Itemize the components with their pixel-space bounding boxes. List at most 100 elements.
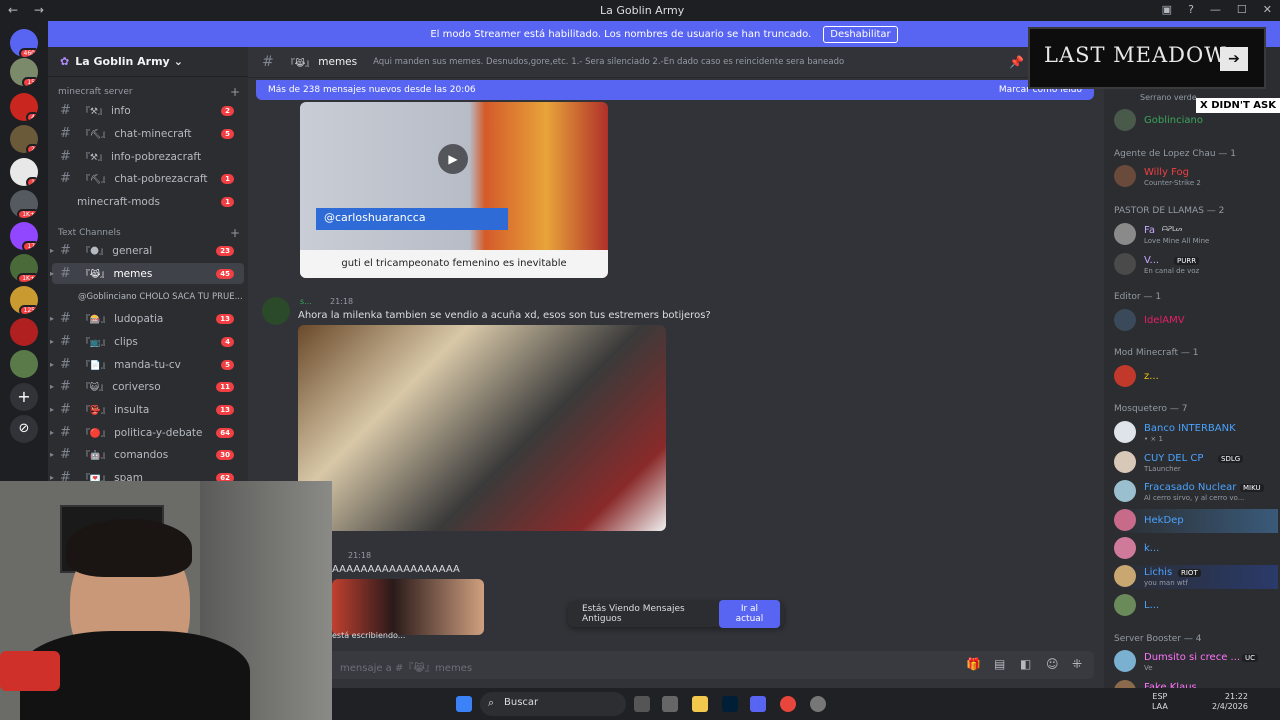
hash-icon: # (60, 425, 71, 440)
member-item[interactable]: CUY DEL CP SDLG TLauncher (1114, 451, 1278, 475)
server-header[interactable]: ✿ La Goblin Army ⌄ 👤 (48, 47, 294, 77)
hash-icon: # (60, 103, 71, 118)
channel-item[interactable]: ▸ # 『📺』 clips 4 (50, 331, 244, 352)
avatar (1114, 565, 1136, 587)
member-item[interactable]: IdelAMV (1114, 309, 1278, 333)
avatar (1114, 650, 1136, 672)
server-icon[interactable]: 2 (10, 125, 38, 153)
member-item[interactable]: Willy Fog Counter-Strike 2 (1114, 165, 1278, 189)
server-icon[interactable]: 1 (10, 158, 38, 186)
channel-item[interactable]: # 『⛏』 chat-pobrezacraft 1 (52, 168, 244, 189)
channel-item[interactable]: ▸ # 『🌑』 general 23 (50, 240, 244, 261)
start-icon[interactable] (456, 696, 472, 712)
chrome-icon[interactable] (780, 696, 796, 712)
video-embed[interactable]: ▶ @carloshuarancca guti el tricampeonato… (300, 102, 608, 278)
avatar (1114, 421, 1136, 443)
clock[interactable]: 21:22 2/4/2026 (1212, 692, 1248, 712)
gif-icon[interactable]: ▤ (994, 657, 1005, 671)
discord-home-icon[interactable]: 460 (10, 29, 38, 57)
channel-item[interactable]: ▸ # 『👺』 insulta 13 (50, 399, 244, 420)
category-text[interactable]: Text Channels (58, 228, 121, 238)
member-item[interactable]: Lichis RIOT you man wtf (1114, 565, 1278, 589)
channel-topic[interactable]: Aqui manden sus memes. Desnudos,gore,etc… (373, 57, 844, 67)
disable-streamer-button[interactable]: Deshabilitar (823, 25, 898, 43)
title-bar: ← → La Goblin Army ▣ ? — ☐ ✕ (0, 0, 1280, 21)
avatar (1114, 509, 1136, 531)
help-icon[interactable]: ? (1188, 3, 1194, 16)
jump-to-present-button[interactable]: Ir al actual (718, 600, 780, 628)
minimize-button[interactable]: — (1210, 3, 1221, 16)
task-view-icon[interactable] (634, 696, 650, 712)
language-indicator[interactable]: ESP LAA (1152, 692, 1168, 712)
channel-item[interactable]: ▸ # 『🔴』 politica-y-debate 64 (50, 422, 244, 443)
member-item[interactable]: Fracasado Nuclear MIKU Al cerro sirvo, y a… (1114, 480, 1278, 504)
twitch-icon[interactable]: 17 (10, 222, 38, 250)
file-explorer-icon[interactable] (692, 696, 708, 712)
inbox-icon[interactable]: ▣ (1162, 3, 1172, 16)
maximize-button[interactable]: ☐ (1237, 3, 1247, 16)
taskbar: ⌕ Buscar ESP LAA 21:22 2/4/2026 (332, 688, 1280, 720)
emoji-icon[interactable]: ☺ (1046, 657, 1059, 671)
hash-icon: # (262, 54, 274, 70)
add-server-icon[interactable]: + (10, 383, 38, 411)
role-header: Editor — 1 (1114, 292, 1162, 302)
channel-item-active[interactable]: ▸ # 『😹』 memes 45 (50, 263, 244, 284)
sticker-icon[interactable]: ◧ (1020, 657, 1031, 671)
streamer-mode-text: El modo Streamer está habilitado. Los no… (430, 28, 812, 40)
image-attachment[interactable] (298, 325, 666, 531)
server-icon[interactable]: 15 (10, 58, 38, 86)
member-item[interactable]: Fa ᗩᕈᒪᔕ Love Mine All Mine (1114, 223, 1278, 247)
server-icon[interactable] (10, 318, 38, 346)
channel-item[interactable]: minecraft-mods 1 (52, 191, 244, 212)
photoshop-icon[interactable] (722, 696, 738, 712)
gift-icon[interactable]: 🎁 (966, 657, 981, 671)
discover-icon[interactable]: ⊘ (10, 415, 38, 443)
channel-item[interactable]: ▸ # 『🤖』 comandos 30 (50, 444, 244, 465)
server-icon[interactable]: 125 (10, 286, 38, 314)
server-icon[interactable] (10, 350, 38, 378)
add-channel-icon[interactable]: + (230, 85, 240, 99)
obs-icon[interactable] (810, 696, 826, 712)
message-time: 21:18 (330, 297, 354, 306)
member-item[interactable]: HekDep (1114, 509, 1278, 533)
chevron-down-icon: ⌄ (173, 55, 183, 68)
message-author[interactable]: s... (300, 297, 312, 306)
member-list: Serrano verde Goblinciano Agente de Lope… (1104, 47, 1280, 720)
channel-item[interactable]: ▸ # 『📄』 manda-tu-cv 5 (50, 354, 244, 375)
search-box[interactable]: ⌕ Buscar (480, 692, 626, 716)
member-item[interactable]: k... (1114, 537, 1278, 561)
member-item[interactable]: Dumsito si crece ... UC Ve (1114, 650, 1278, 674)
category-minecraft[interactable]: minecraft server (58, 87, 133, 97)
member-item[interactable]: V... PURR En canal de voz (1114, 253, 1278, 277)
back-forward-arrows[interactable]: ← → (8, 3, 50, 17)
channel-item[interactable]: ▸ # 『😺』 coriverso 11 (50, 376, 244, 397)
channel-item[interactable]: # 『⚒』 info 2 (52, 100, 244, 121)
member-item[interactable]: Banco INTERBANK • ⨯ 1 (1114, 421, 1278, 445)
app-icon[interactable] (662, 696, 678, 712)
channel-item[interactable]: # 『⚒』 info-pobrezacraft (52, 146, 244, 167)
hash-icon: # (60, 334, 71, 349)
channel-item[interactable]: ▸ # 『🎰』 ludopatia 13 (50, 308, 244, 329)
close-button[interactable]: ✕ (1263, 3, 1272, 16)
new-messages-bar[interactable]: Más de 238 mensajes nuevos desde las 20:… (256, 80, 1094, 100)
play-icon[interactable]: ▶ (438, 144, 468, 174)
apps-icon[interactable]: ⁜ (1072, 657, 1082, 671)
image-attachment[interactable] (332, 579, 484, 635)
avatar[interactable] (262, 297, 290, 325)
pin-icon[interactable]: 📌 (1009, 55, 1024, 69)
message-composer[interactable]: mensaje a #『😹』memes 🎁 ▤ ◧ ☺ ⁜ (256, 651, 1094, 679)
member-item[interactable]: L... (1114, 594, 1278, 618)
role-header: Mod Minecraft — 1 (1114, 348, 1199, 358)
channel-item[interactable]: # 『⛏』 chat-minecraft 5 (52, 123, 244, 144)
channel-header: # 『😹』 memes Aqui manden sus memes. Desnu… (248, 47, 1104, 78)
discord-taskbar-icon[interactable] (750, 696, 766, 712)
message-text: Ahora la milenka tambien se vendio a acu… (298, 310, 711, 321)
server-icon[interactable]: 4 (10, 93, 38, 121)
server-icon[interactable]: 1K+ (10, 190, 38, 218)
thread-item[interactable]: @Goblinciano CHOLO SACA TU PRUE... (52, 286, 244, 307)
video-caption: guti el tricampeonato femenino es inevit… (300, 250, 608, 278)
member-item[interactable]: z... (1114, 365, 1278, 389)
window-title: La Goblin Army (600, 4, 685, 17)
add-channel-icon[interactable]: + (230, 226, 240, 240)
server-icon[interactable]: 1K+ (10, 254, 38, 282)
